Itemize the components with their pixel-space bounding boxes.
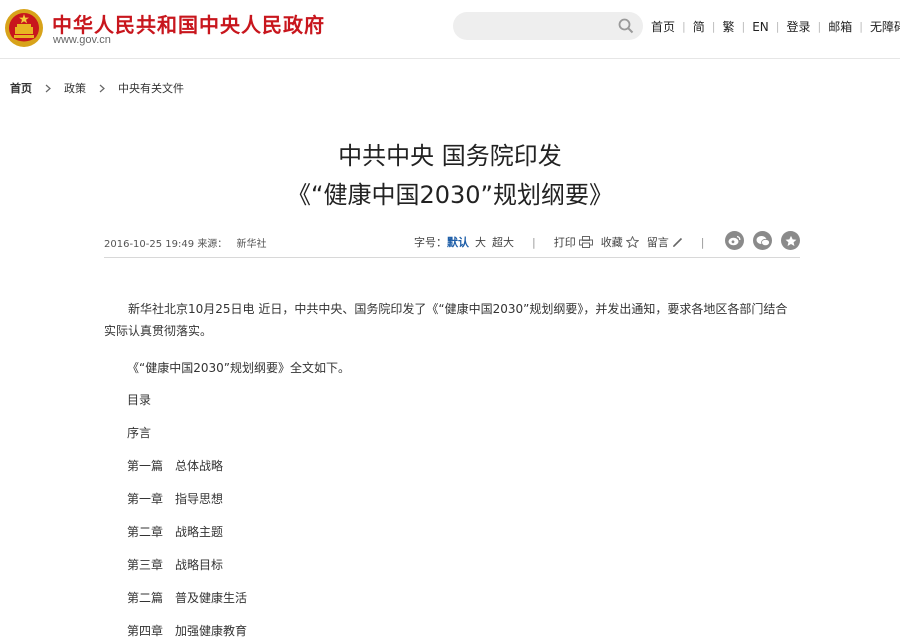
nav-home[interactable]: 首页 bbox=[651, 18, 675, 35]
search-input[interactable] bbox=[453, 12, 643, 40]
source-name: 新华社 bbox=[236, 239, 267, 250]
weibo-share-button[interactable] bbox=[725, 231, 744, 250]
toc-line: 第二章 战略主题 bbox=[127, 525, 224, 539]
header-divider bbox=[0, 58, 900, 59]
print-button[interactable]: 打印 bbox=[554, 234, 593, 250]
comment-button[interactable]: 留言 bbox=[647, 234, 683, 250]
favorite-share-button[interactable] bbox=[781, 231, 800, 250]
site-header: 中华人民共和国中央人民政府 www.gov.cn 首页 | 简 | 繁 | EN… bbox=[0, 0, 900, 58]
nav-accessibility[interactable]: 无障碍 bbox=[870, 18, 900, 35]
article-title-line2: 《“健康中国2030”规划纲要》 bbox=[287, 181, 613, 209]
breadcrumb-policy[interactable]: 政策 bbox=[64, 80, 86, 96]
nav-traditional[interactable]: 繁 bbox=[722, 18, 734, 35]
pencil-icon bbox=[672, 237, 682, 247]
nav-simplified[interactable]: 简 bbox=[693, 18, 705, 35]
collect-label: 收藏 bbox=[600, 236, 623, 249]
toc-line: 第一篇 总体战略 bbox=[127, 459, 224, 473]
breadcrumb-home[interactable]: 首页 bbox=[10, 80, 32, 96]
toc-line: 第四章 加强健康教育 bbox=[127, 624, 248, 638]
toc-line: 目录 bbox=[127, 393, 152, 407]
chevron-right-icon bbox=[45, 84, 51, 92]
font-size-default[interactable]: 默认 bbox=[447, 234, 469, 250]
printer-icon bbox=[578, 236, 593, 248]
wechat-share-button[interactable] bbox=[753, 231, 772, 250]
font-size-large[interactable]: 大 bbox=[475, 234, 486, 250]
toc-line: 第三章 战略目标 bbox=[127, 558, 224, 572]
site-domain: www.gov.cn bbox=[53, 34, 111, 46]
nav-separator: | bbox=[775, 20, 780, 33]
article-title-line1: 中共中央 国务院印发 bbox=[338, 142, 562, 170]
publish-datetime: 2016-10-25 19:49 bbox=[104, 239, 195, 250]
nav-separator: | bbox=[817, 20, 822, 33]
nav-separator: | bbox=[741, 20, 746, 33]
wechat-icon bbox=[756, 235, 770, 246]
article-paragraph-2: 《“健康中国2030”规划纲要》全文如下。 bbox=[127, 361, 350, 375]
search-icon[interactable] bbox=[618, 18, 634, 34]
article-tools: 字号： 默认 大 超大 | 打印 收藏 留言 | bbox=[414, 234, 722, 250]
weibo-icon bbox=[728, 235, 741, 246]
star-icon bbox=[625, 236, 639, 248]
toc-line: 第二篇 普及健康生活 bbox=[127, 591, 248, 605]
article-meta: 2016-10-25 19:49 来源： 新华社 bbox=[104, 235, 267, 250]
top-nav: 首页 | 简 | 繁 | EN | 登录 | 邮箱 | 无障碍 bbox=[651, 18, 900, 35]
nav-separator: | bbox=[682, 20, 686, 33]
meta-divider bbox=[104, 257, 800, 258]
chevron-right-icon bbox=[99, 84, 105, 92]
favorite-icon bbox=[785, 235, 796, 246]
font-size-xlarge[interactable]: 超大 bbox=[492, 234, 514, 250]
toc-line: 第一章 指导思想 bbox=[127, 492, 224, 506]
toc-line: 序言 bbox=[127, 426, 152, 440]
tools-divider: | bbox=[700, 235, 705, 249]
breadcrumb: 首页 政策 中央有关文件 bbox=[10, 80, 184, 96]
national-emblem-icon[interactable] bbox=[4, 8, 44, 48]
article-paragraph-1: 新华社北京10月25日电 近日，中共中央、国务院印发了《“健康中国2030”规划… bbox=[104, 302, 788, 338]
breadcrumb-central-documents[interactable]: 中央有关文件 bbox=[118, 80, 184, 96]
comment-label: 留言 bbox=[646, 236, 669, 249]
nav-login[interactable]: 登录 bbox=[786, 18, 810, 35]
source-label: 来源： bbox=[197, 239, 228, 250]
print-label: 打印 bbox=[553, 236, 576, 249]
nav-english[interactable]: EN bbox=[752, 20, 769, 34]
nav-mailbox[interactable]: 邮箱 bbox=[828, 18, 852, 35]
nav-separator: | bbox=[859, 20, 863, 33]
tools-divider: | bbox=[532, 235, 536, 249]
font-size-label: 字号： bbox=[414, 236, 447, 249]
collect-button[interactable]: 收藏 bbox=[601, 234, 639, 250]
nav-separator: | bbox=[711, 20, 716, 33]
